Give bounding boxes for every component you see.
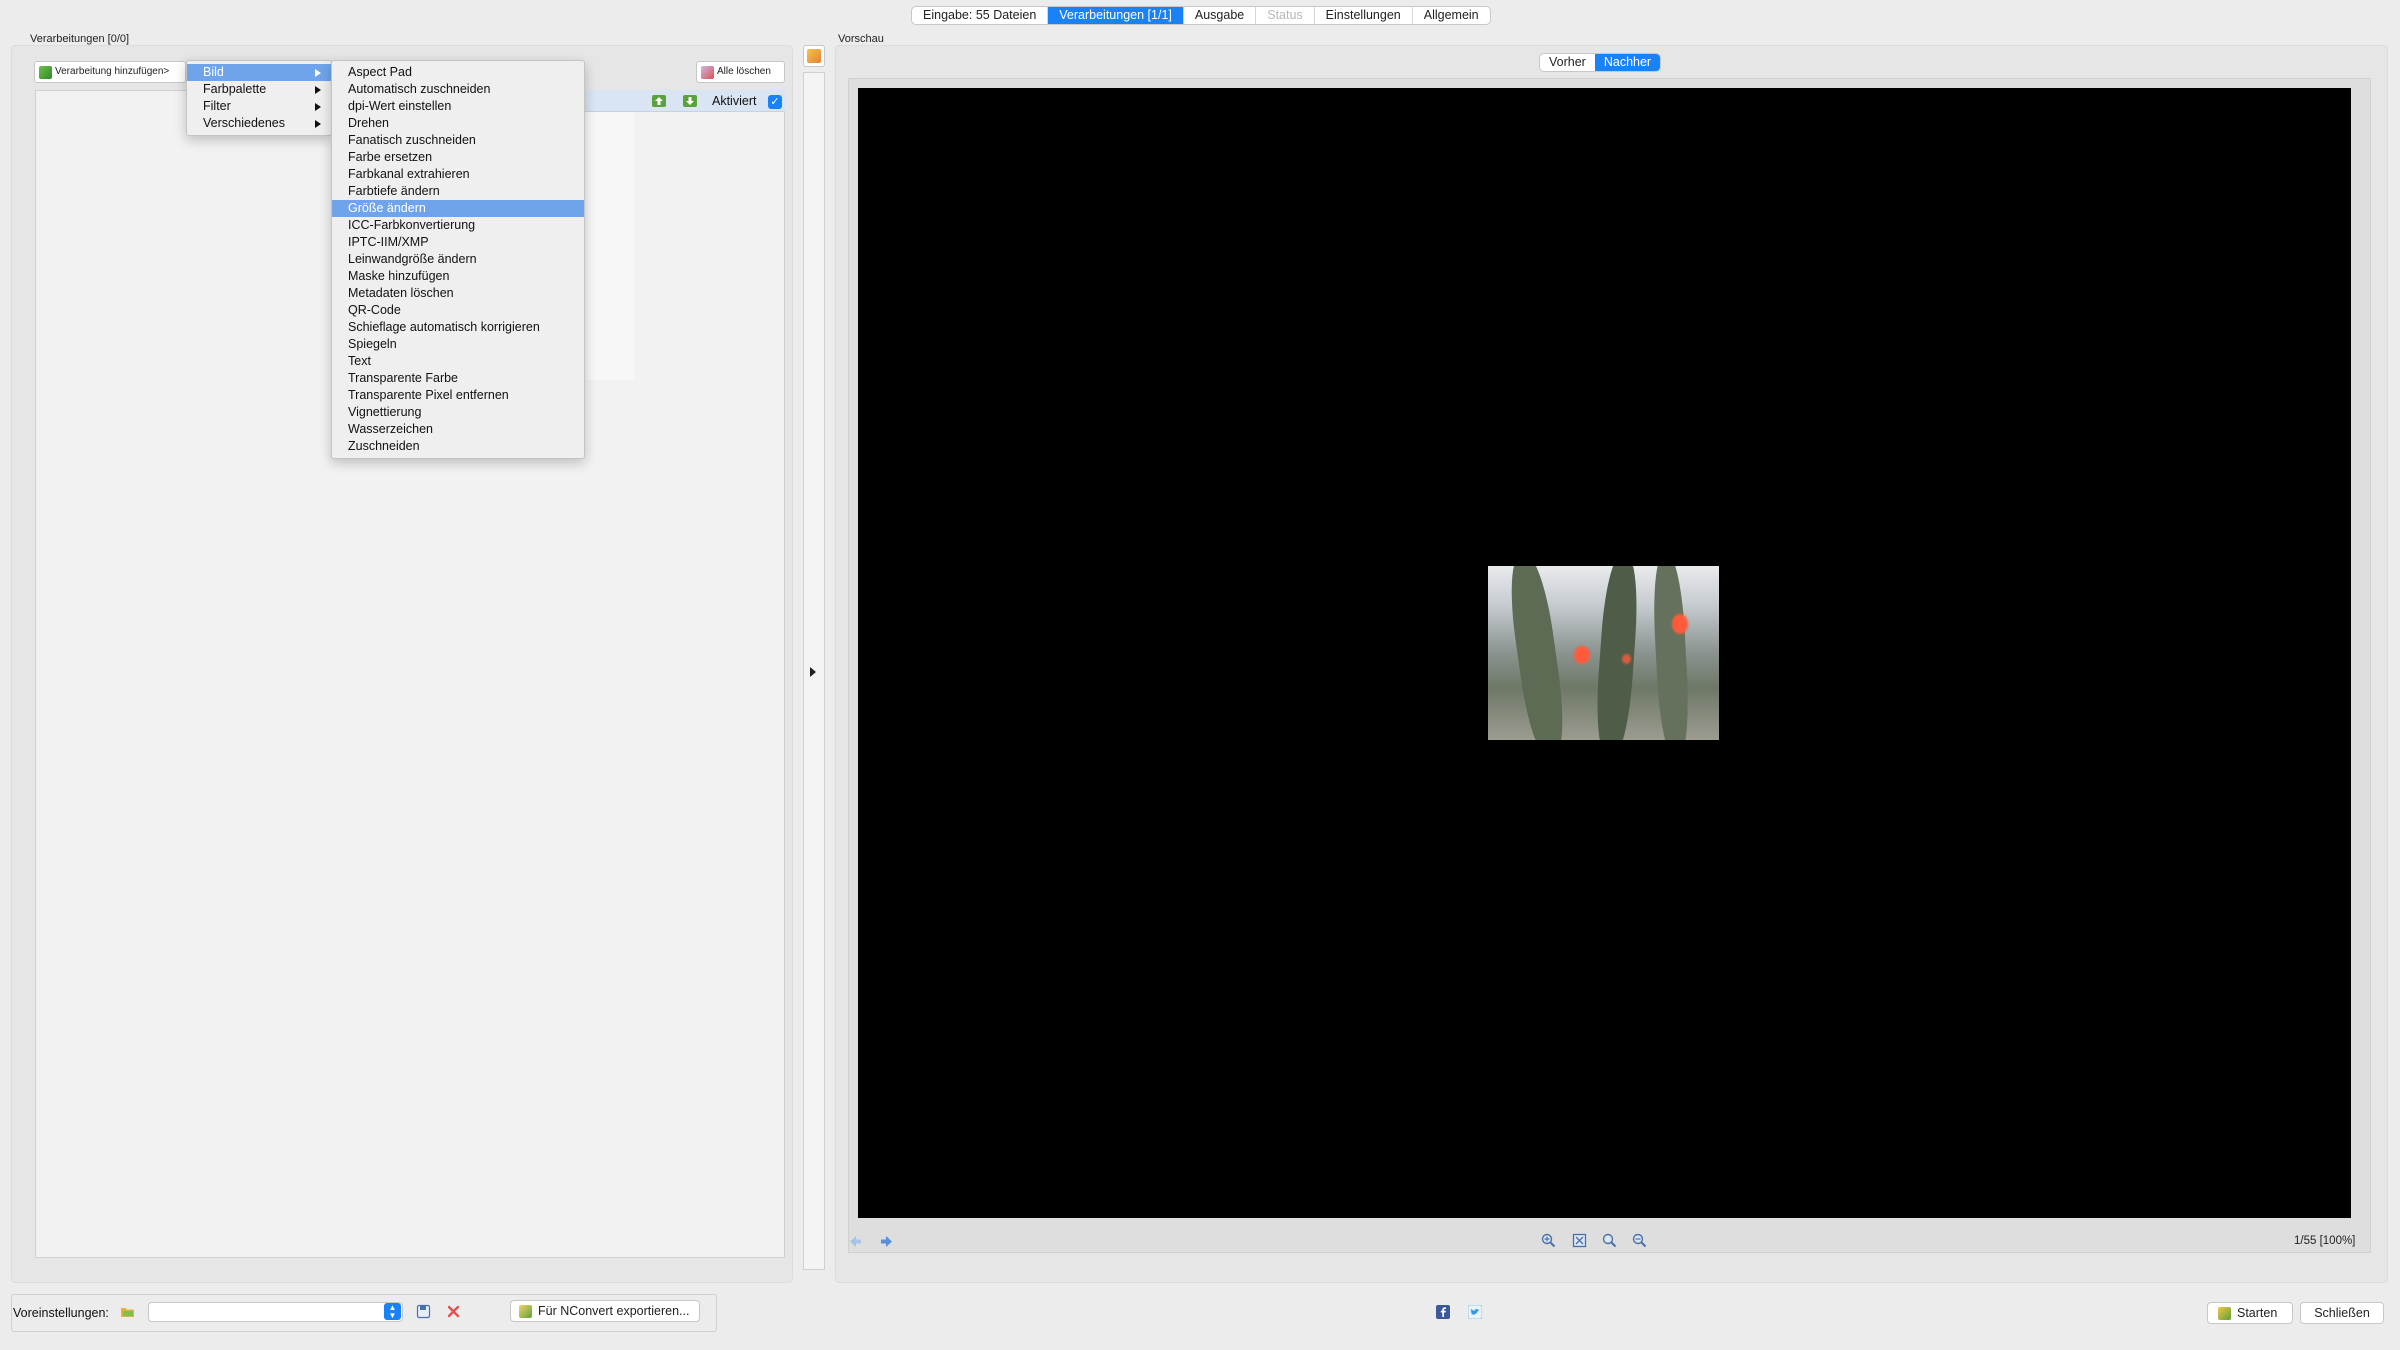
activated-checkbox[interactable]: ✓	[768, 95, 782, 109]
submenu-item-rotate[interactable]: Drehen	[332, 115, 584, 132]
start-button[interactable]: Starten	[2207, 1302, 2293, 1324]
start-icon	[2218, 1306, 2231, 1320]
close-label: Schließen	[2314, 1306, 2370, 1320]
submenu-item-deskew[interactable]: Schieflage automatisch korrigieren	[332, 319, 584, 336]
submenu-item-fanatic-crop[interactable]: Fanatisch zuschneiden	[332, 132, 584, 149]
submenu-arrow-icon	[315, 120, 321, 128]
previous-arrow-icon[interactable]	[848, 1234, 863, 1249]
menu-item-label: Filter	[203, 99, 231, 113]
preview-section-title: Vorschau	[838, 33, 884, 45]
tab-ausgabe[interactable]: Ausgabe	[1184, 7, 1257, 24]
submenu-item-qr-code[interactable]: QR-Code	[332, 302, 584, 319]
export-nconvert-label: Für NConvert exportieren...	[538, 1304, 690, 1318]
activated-label: Aktiviert	[712, 94, 757, 108]
twitter-icon[interactable]	[1468, 1305, 1482, 1319]
submenu-item-text[interactable]: Text	[332, 353, 584, 370]
submenu-item-transparent-color[interactable]: Transparente Farbe	[332, 370, 584, 387]
next-arrow-icon[interactable]	[879, 1234, 894, 1249]
submenu-item-dpi[interactable]: dpi-Wert einstellen	[332, 98, 584, 115]
image-counter: 1/55 [100%]	[2294, 1235, 2356, 1247]
chevron-updown-icon[interactable]: ▲ ▼	[384, 1303, 401, 1320]
clear-all-button[interactable]: Alle löschen	[696, 61, 785, 83]
submenu-arrow-icon	[315, 86, 321, 94]
category-menu: Bild Farbpalette Filter Verschiedenes	[186, 60, 332, 136]
fit-to-window-icon[interactable]	[1572, 1233, 1587, 1248]
menu-item-label: Farbpalette	[203, 82, 267, 96]
zoom-in-icon[interactable]	[1541, 1233, 1556, 1248]
submenu-item-add-mask[interactable]: Maske hinzufügen	[332, 268, 584, 285]
segment-before[interactable]: Vorher	[1540, 54, 1595, 71]
import-icon[interactable]	[651, 94, 667, 108]
facebook-icon[interactable]	[1436, 1305, 1450, 1319]
menu-item-label: Verschiedenes	[203, 116, 286, 130]
processing-section-title: Verarbeitungen [0/0]	[30, 33, 130, 45]
submenu-item-watermark[interactable]: Wasserzeichen	[332, 421, 584, 438]
menu-item-label: Bild	[203, 65, 224, 79]
submenu-item-resize[interactable]: Größe ändern	[332, 200, 584, 217]
delete-preset-icon[interactable]	[446, 1304, 461, 1319]
zoom-out-icon[interactable]	[1632, 1233, 1647, 1248]
submenu-item-canvas-size[interactable]: Leinwandgröße ändern	[332, 251, 584, 268]
palette-icon	[807, 49, 821, 63]
submenu-item-crop[interactable]: Zuschneiden	[332, 438, 584, 455]
submenu-arrow-icon	[315, 103, 321, 111]
submenu-item-iptc[interactable]: IPTC-IIM/XMP	[332, 234, 584, 251]
submenu-item-vignette[interactable]: Vignettierung	[332, 404, 584, 421]
submenu-item-remove-transparent[interactable]: Transparente Pixel entfernen	[332, 387, 584, 404]
tab-eingabe[interactable]: Eingabe: 55 Dateien	[912, 7, 1049, 24]
menu-item-farbpalette[interactable]: Farbpalette	[187, 81, 331, 98]
export-list-icon[interactable]	[682, 94, 698, 108]
menu-item-bild[interactable]: Bild	[187, 64, 331, 81]
close-button[interactable]: Schließen	[2300, 1302, 2384, 1324]
clear-all-icon	[701, 65, 714, 79]
clear-all-label: Alle löschen	[717, 66, 771, 77]
submenu-item-replace-color[interactable]: Farbe ersetzen	[332, 149, 584, 166]
submenu-item-color-depth[interactable]: Farbtiefe ändern	[332, 183, 584, 200]
export-nconvert-button[interactable]: Für NConvert exportieren...	[510, 1300, 701, 1322]
before-after-toggle: Vorher Nachher	[1539, 53, 1662, 72]
preset-select[interactable]	[148, 1302, 403, 1322]
submenu-item-auto-crop[interactable]: Automatisch zuschneiden	[332, 81, 584, 98]
processing-list-column	[580, 112, 634, 380]
settings-side-button[interactable]	[803, 45, 825, 67]
preview-image	[1488, 566, 1719, 740]
submenu-item-clear-metadata[interactable]: Metadaten löschen	[332, 285, 584, 302]
segment-after[interactable]: Nachher	[1594, 54, 1661, 71]
add-processing-button[interactable]: Verarbeitung hinzufügen>	[34, 61, 186, 83]
presets-label: Voreinstellungen:	[13, 1306, 109, 1320]
zoom-actual-icon[interactable]	[1602, 1233, 1617, 1248]
menu-item-verschiedenes[interactable]: Verschiedenes	[187, 115, 331, 132]
submenu-item-icc[interactable]: ICC-Farbkonvertierung	[332, 217, 584, 234]
tab-status: Status	[1256, 7, 1315, 24]
save-preset-icon[interactable]	[416, 1304, 431, 1319]
tab-verarbeitungen[interactable]: Verarbeitungen [1/1]	[1048, 7, 1184, 24]
submenu-arrow-icon	[315, 69, 321, 77]
start-label: Starten	[2237, 1306, 2278, 1320]
submenu-item-aspect-pad[interactable]: Aspect Pad	[332, 64, 584, 81]
export-script-icon	[519, 1304, 532, 1318]
bild-submenu: Aspect Pad Automatisch zuschneiden dpi-W…	[331, 60, 585, 459]
main-tab-bar: Eingabe: 55 Dateien Verarbeitungen [1/1]…	[911, 6, 1491, 25]
submenu-item-mirror[interactable]: Spiegeln	[332, 336, 584, 353]
add-processing-label: Verarbeitung hinzufügen>	[55, 66, 170, 77]
submenu-item-extract-channel[interactable]: Farbkanal extrahieren	[332, 166, 584, 183]
add-processing-icon	[39, 65, 52, 79]
open-folder-icon[interactable]	[120, 1304, 135, 1319]
tab-einstellungen[interactable]: Einstellungen	[1315, 7, 1413, 24]
menu-item-filter[interactable]: Filter	[187, 98, 331, 115]
expand-arrow-icon[interactable]	[810, 667, 816, 677]
tab-allgemein[interactable]: Allgemein	[1413, 7, 1490, 24]
